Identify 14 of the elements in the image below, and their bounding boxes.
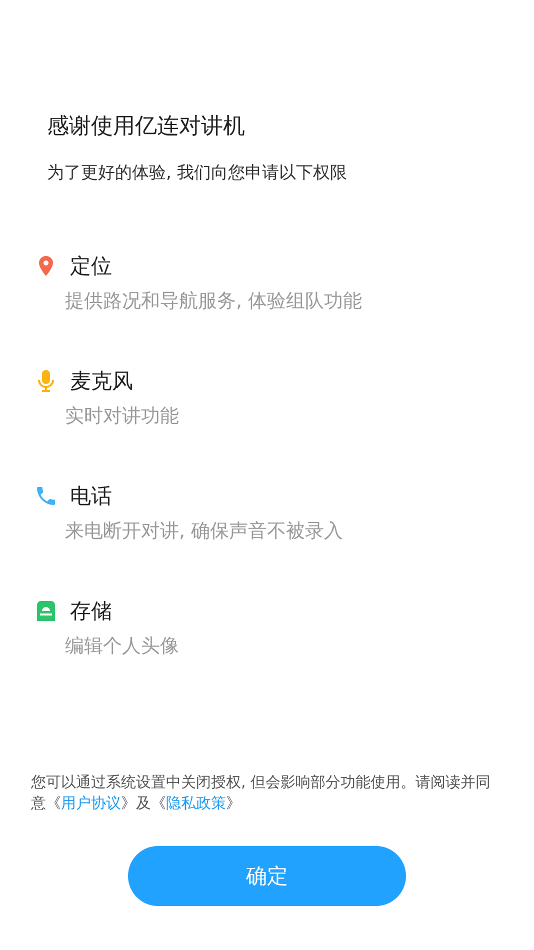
- permission-description: 提供路况和导航服务, 体验组队功能: [65, 289, 364, 314]
- permission-description: 编辑个人头像: [65, 634, 180, 659]
- permission-name: 电话: [70, 483, 112, 510]
- permission-name: 定位: [70, 253, 112, 280]
- permission-description: 来电断开对讲, 确保声音不被录入: [65, 519, 344, 544]
- policy-link[interactable]: 隐私政策: [166, 794, 226, 812]
- policy-link[interactable]: 用户协议: [61, 794, 121, 812]
- permission-name: 存储: [70, 598, 112, 625]
- welcome-title: 感谢使用亿连对讲机: [47, 113, 246, 141]
- confirm-button[interactable]: 确定: [128, 846, 406, 906]
- notice-text: 您可以通过系统设置中关闭授权, 但会影响部分功能使用。请阅读并同意《用户协议》及《隐私政策》: [31, 772, 492, 814]
- permission-description: 实时对讲功能: [65, 404, 180, 429]
- permission-name: 麦克风: [70, 368, 133, 395]
- subtitle-text: 为了更好的体验, 我们向您申请以下权限: [47, 162, 348, 185]
